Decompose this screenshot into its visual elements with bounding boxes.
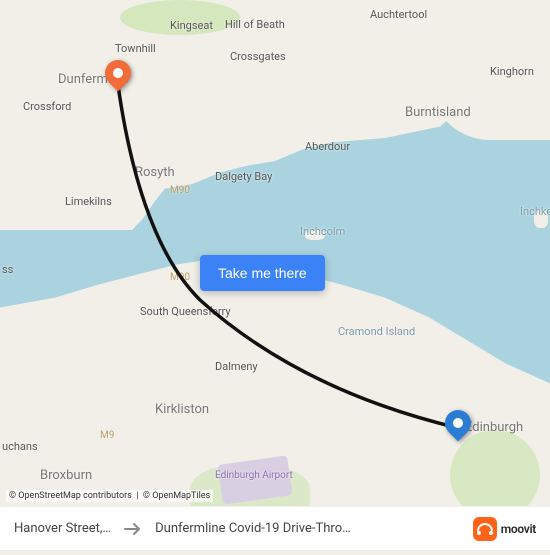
label-kinghorn: Kinghorn <box>490 65 534 78</box>
label-squeensferry: South Queensferry <box>140 305 231 318</box>
take-me-there-button[interactable]: Take me there <box>200 255 325 291</box>
arrow-right-icon <box>123 519 143 539</box>
label-kingseat: Kingseat <box>170 19 213 32</box>
route-origin-label: Hanover Street,… <box>14 521 111 536</box>
label-inchkeith: Inchkeith <box>520 205 550 218</box>
label-kirkliston: Kirkliston <box>155 402 209 417</box>
attrib-osm: © OpenStreetMap contributors <box>9 491 132 501</box>
label-aberdour: Aberdour <box>305 140 350 153</box>
map-attribution: © OpenStreetMap contributors | © OpenMap… <box>6 490 213 502</box>
label-rosyth: Rosyth <box>135 165 175 180</box>
moovit-logo-icon <box>473 517 497 541</box>
label-broxburn: Broxburn <box>40 468 92 483</box>
road-m9: M9 <box>100 430 114 441</box>
moovit-logo[interactable]: moovit <box>473 517 536 541</box>
label-dalmeny: Dalmeny <box>215 360 258 373</box>
label-cramond: Cramond Island <box>338 325 415 338</box>
route-destination-label: Dunfermline Covid-19 Drive-Thro… <box>155 521 415 536</box>
route-summary-bar: Hanover Street,… Dunfermline Covid-19 Dr… <box>0 506 550 550</box>
map-viewport[interactable]: Dunfermline Townhill Kingseat Hill of Be… <box>0 0 550 550</box>
attrib-omt: © OpenMapTiles <box>143 491 210 501</box>
label-inchcolm: Inchcolm <box>300 225 345 238</box>
label-townhill: Townhill <box>115 42 156 55</box>
label-auchtertool: Auchtertool <box>370 8 427 21</box>
label-limekilns: Limekilns <box>65 195 112 208</box>
label-hillofbeath: Hill of Beath <box>225 18 285 31</box>
label-burntisland: Burntisland <box>405 105 471 120</box>
label-ss: ss <box>2 263 13 276</box>
label-airport: Edinburgh Airport <box>215 470 293 481</box>
label-crossford: Crossford <box>23 100 71 113</box>
moovit-logo-text: moovit <box>501 522 536 536</box>
road-m90b: M90 <box>170 272 190 283</box>
label-uchans: uchans <box>2 440 38 453</box>
road-m90: M90 <box>170 185 190 196</box>
label-crossgates: Crossgates <box>230 50 286 63</box>
label-dalgetybay: Dalgety Bay <box>215 170 272 183</box>
label-edinburgh: Edinburgh <box>465 420 523 435</box>
